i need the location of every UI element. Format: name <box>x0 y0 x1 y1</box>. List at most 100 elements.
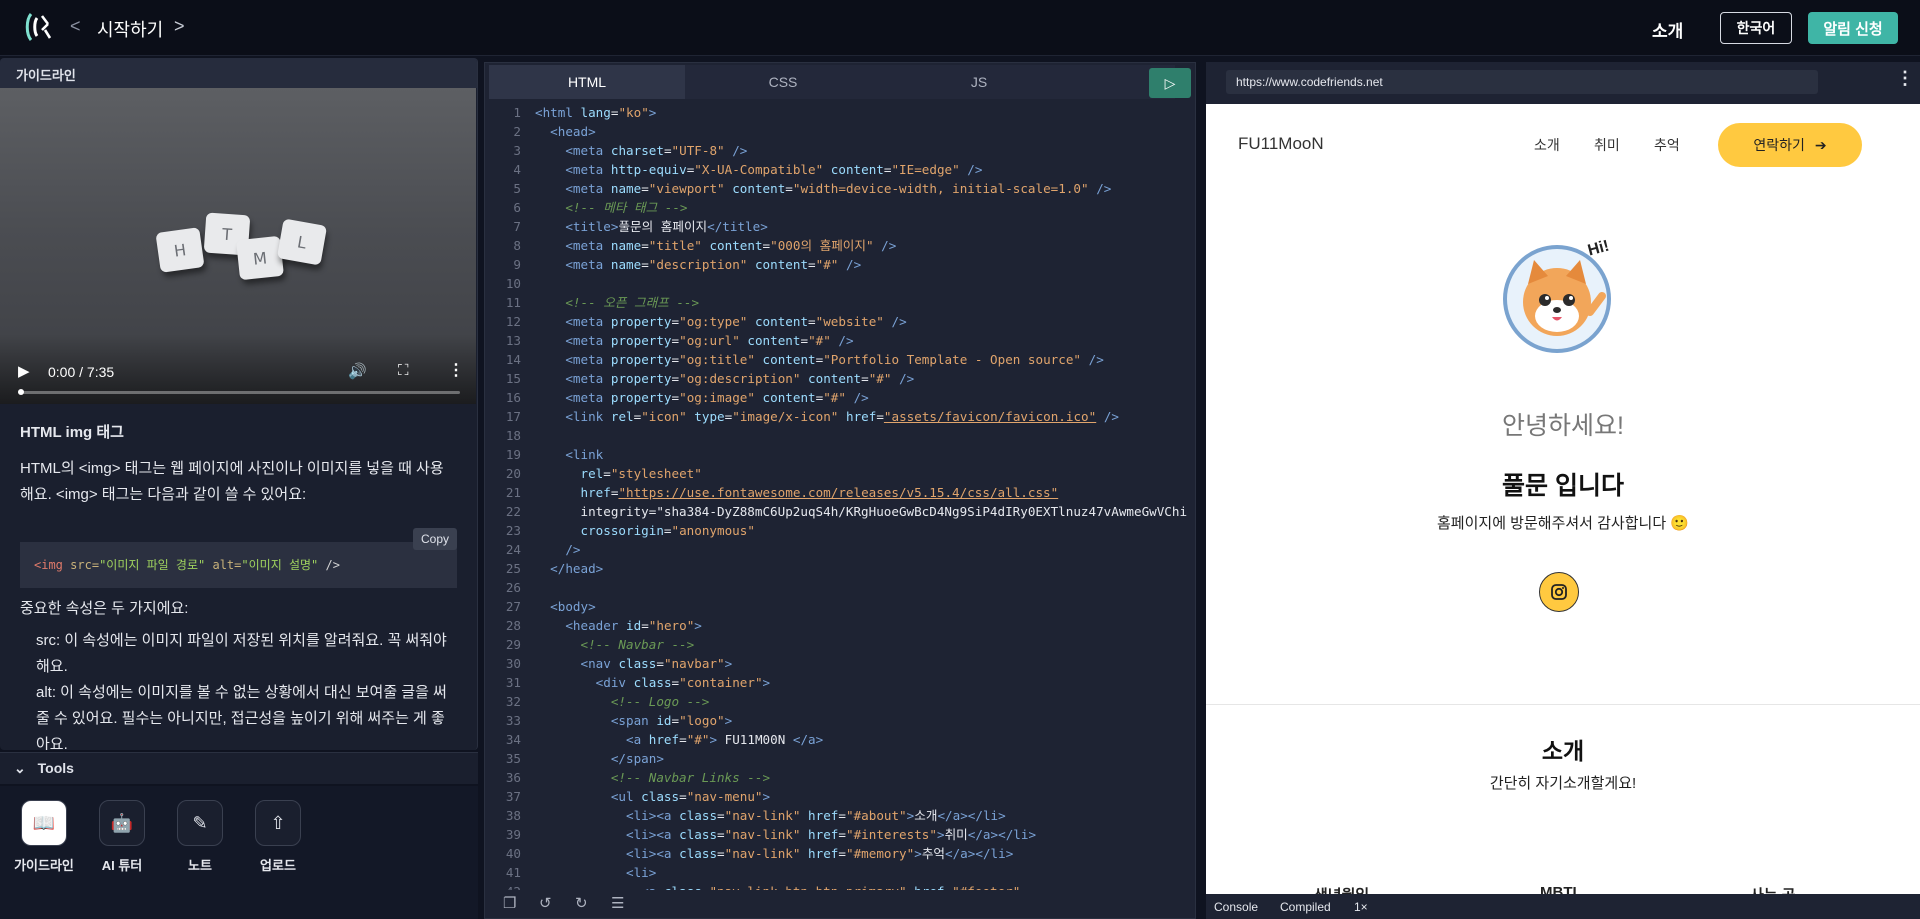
about-item-label: 사는 곳 <box>1750 884 1796 894</box>
code-line[interactable]: 29 <!-- Navbar --> <box>485 635 1195 654</box>
line-number: 18 <box>505 428 521 443</box>
copy-icon[interactable]: ❐ <box>503 894 516 912</box>
chevron-down-icon: ⌄ <box>14 760 26 776</box>
fullscreen-icon[interactable]: ⛶ <box>398 362 409 379</box>
code-line[interactable]: 14 <meta property="og:title" content="Po… <box>485 350 1195 369</box>
copy-button[interactable]: Copy <box>412 528 457 550</box>
tab-html[interactable]: HTML <box>489 65 685 99</box>
note-icon[interactable]: ✎ <box>177 800 223 846</box>
code-line[interactable]: 5 <meta name="viewport" content="width=d… <box>485 179 1195 198</box>
code-line[interactable]: 39 <li><a class="nav-link" href="#intere… <box>485 825 1195 844</box>
code-line[interactable]: 24 /> <box>485 540 1195 559</box>
code-line[interactable]: 30 <nav class="navbar"> <box>485 654 1195 673</box>
zoom-level[interactable]: 1× <box>1354 900 1368 914</box>
tools-toggle[interactable]: ⌄ Tools <box>0 752 478 784</box>
code-line[interactable]: 1 <html lang="ko"> <box>485 103 1195 122</box>
line-number: 4 <box>513 162 521 177</box>
code-line[interactable]: 26 <box>485 578 1195 597</box>
undo-icon[interactable]: ↺ <box>539 894 552 912</box>
code-line[interactable]: 38 <li><a class="nav-link" href="#about"… <box>485 806 1195 825</box>
code-line[interactable]: 22 integrity="sha384-DyZ88mC6Up2uqS4h/KR… <box>485 502 1195 521</box>
code-line[interactable]: 25 </head> <box>485 559 1195 578</box>
code-line[interactable]: 3 <meta charset="UTF-8" /> <box>485 141 1195 160</box>
code-line[interactable]: 27 <body> <box>485 597 1195 616</box>
line-number: 12 <box>505 314 521 329</box>
nav-link-interests[interactable]: 취미 <box>1594 135 1620 155</box>
code-line[interactable]: 6 <!-- 메타 태그 --> <box>485 198 1195 217</box>
code-line[interactable]: 15 <meta property="og:description" conte… <box>485 369 1195 388</box>
code-line[interactable]: 16 <meta property="og:image" content="#"… <box>485 388 1195 407</box>
hero-greeting: 안녕하세요! <box>1502 412 1624 440</box>
instagram-icon[interactable] <box>1539 572 1579 612</box>
upload-icon[interactable]: ⇧ <box>255 800 301 846</box>
code-line[interactable]: 7 <title>풀문의 홈페이지</title> <box>485 217 1195 236</box>
language-button[interactable]: 한국어 <box>1720 12 1792 44</box>
code-line[interactable]: 11 <!-- 오픈 그래프 --> <box>485 293 1195 312</box>
tool-upload[interactable]: ⇧ 업로드 <box>238 800 318 874</box>
nav-link-about[interactable]: 소개 <box>1534 135 1560 155</box>
code-line[interactable]: 8 <meta name="title" content="000의 홈페이지"… <box>485 236 1195 255</box>
tool-ai-tutor[interactable]: 🤖 AI 튜터 <box>82 800 162 874</box>
line-text: rel="stylesheet" <box>580 466 702 481</box>
site-logo[interactable]: FU11MooN <box>1238 134 1324 154</box>
code-line[interactable]: 20 rel="stylesheet" <box>485 464 1195 483</box>
line-text: <meta property="og:image" content="#" /> <box>565 390 869 405</box>
code-line[interactable]: 28 <header id="hero"> <box>485 616 1195 635</box>
nav-link-memory[interactable]: 추억 <box>1654 135 1680 155</box>
contact-label: 연락하기 <box>1753 137 1805 153</box>
line-number: 16 <box>505 390 521 405</box>
code-line[interactable]: 34 <a href="#"> FU11M00N </a> <box>485 730 1195 749</box>
code-line[interactable]: 10 <box>485 274 1195 293</box>
line-number: 30 <box>505 656 521 671</box>
code-line[interactable]: 33 <span id="logo"> <box>485 711 1195 730</box>
line-text: <!-- Navbar --> <box>535 637 695 652</box>
format-icon[interactable]: ☰ <box>611 894 624 912</box>
video-player[interactable]: H T M L ▶ 0:00 / 7:35 🔊 ⛶ ⋮ <box>0 88 476 404</box>
codefriends-logo-icon[interactable] <box>22 10 56 44</box>
breadcrumb-prev-button[interactable]: < <box>70 16 81 37</box>
run-button[interactable]: ▷ <box>1149 68 1191 98</box>
code-line[interactable]: 12 <meta property="og:type" content="web… <box>485 312 1195 331</box>
code-line[interactable]: 35 </span> <box>485 749 1195 768</box>
code-line[interactable]: 37 <ul class="nav-menu"> <box>485 787 1195 806</box>
intro-link[interactable]: 소개 <box>1652 17 1683 42</box>
code-line[interactable]: 19 <link <box>485 445 1195 464</box>
code-line[interactable]: 41 <li> <box>485 863 1195 882</box>
code-area[interactable]: 1 <html lang="ko"> 2 <head> 3 <meta charset… <box>485 103 1195 893</box>
code-line[interactable]: 18 <box>485 426 1195 445</box>
code-line[interactable]: 2 <head> <box>485 122 1195 141</box>
code-line[interactable]: 32 <!-- Logo --> <box>485 692 1195 711</box>
progress-thumb[interactable] <box>18 389 24 395</box>
redo-icon[interactable]: ↻ <box>575 894 588 912</box>
code-line[interactable]: 31 <div class="container"> <box>485 673 1195 692</box>
console-tab[interactable]: Console <box>1214 900 1258 914</box>
line-text: href="https://use.fontawesome.com/releas… <box>580 485 1059 500</box>
code-token: /> <box>318 558 340 572</box>
play-icon[interactable]: ▶ <box>18 362 30 380</box>
volume-icon[interactable]: 🔊 <box>348 362 367 380</box>
alert-subscribe-button[interactable]: 알림 신청 <box>1808 12 1898 44</box>
more-options-icon[interactable]: ⋮ <box>1896 68 1914 89</box>
code-line[interactable]: 13 <meta property="og:url" content="#" /… <box>485 331 1195 350</box>
tool-note[interactable]: ✎ 노트 <box>160 800 240 874</box>
more-options-icon[interactable]: ⋮ <box>448 360 464 380</box>
compiled-status: Compiled <box>1280 900 1331 914</box>
url-bar[interactable]: https://www.codefriends.net <box>1226 70 1818 94</box>
breadcrumb-next-button[interactable]: > <box>174 16 185 37</box>
code-line[interactable]: 17 <link rel="icon" type="image/x-icon" … <box>485 407 1195 426</box>
code-line[interactable]: 40 <li><a class="nav-link" href="#memory… <box>485 844 1195 863</box>
code-line[interactable]: 21 href="https://use.fontawesome.com/rel… <box>485 483 1195 502</box>
tab-js[interactable]: JS <box>881 65 1077 99</box>
code-line[interactable]: 36 <!-- Navbar Links --> <box>485 768 1195 787</box>
tab-css[interactable]: CSS <box>685 65 881 99</box>
video-controls: ▶ 0:00 / 7:35 🔊 ⛶ ⋮ <box>0 334 476 404</box>
code-line[interactable]: 4 <meta http-equiv="X-UA-Compatible" con… <box>485 160 1195 179</box>
code-line[interactable]: 9 <meta name="description" content="#" /… <box>485 255 1195 274</box>
tool-guideline[interactable]: 📖 가이드라인 <box>4 800 84 874</box>
video-progress-bar[interactable] <box>18 389 460 395</box>
code-line[interactable]: 23 crossorigin="anonymous" <box>485 521 1195 540</box>
book-icon[interactable]: 📖 <box>21 800 67 846</box>
robot-icon[interactable]: 🤖 <box>99 800 145 846</box>
line-number: 17 <box>505 409 521 424</box>
contact-button[interactable]: 연락하기 ➔ <box>1718 123 1862 167</box>
